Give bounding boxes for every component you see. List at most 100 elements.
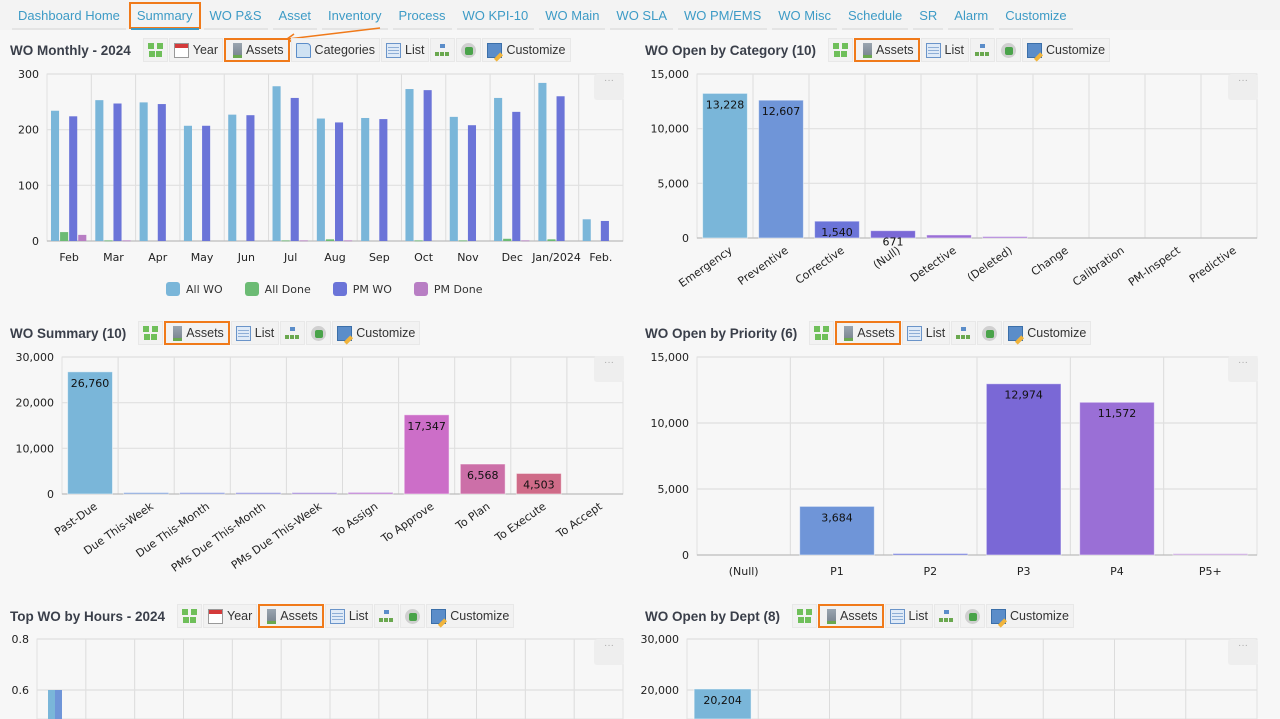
tab-wo-pm-ems[interactable]: WO PM/EMS — [676, 2, 769, 30]
bar — [139, 102, 148, 241]
expand-button[interactable] — [177, 604, 203, 628]
bar — [104, 240, 113, 242]
legend-swatch — [332, 282, 347, 296]
list-button[interactable]: List — [920, 38, 969, 62]
refresh-icon — [405, 608, 421, 624]
building-icon — [233, 42, 243, 58]
refresh-button[interactable] — [456, 38, 482, 62]
bar — [123, 492, 170, 495]
panel-header: WO Open by Priority (6) Assets List Cust… — [645, 320, 1092, 346]
hierarchy-button[interactable] — [951, 321, 977, 345]
customize-label: Customize — [1046, 43, 1106, 57]
list-button[interactable]: List — [884, 604, 933, 628]
tab-process[interactable]: Process — [391, 2, 454, 30]
data-label: 26,760 — [71, 377, 110, 390]
tab-inventory[interactable]: Inventory — [320, 2, 389, 30]
hierarchy-button[interactable] — [374, 604, 400, 628]
hierarchy-icon — [938, 609, 954, 624]
bar — [281, 240, 290, 242]
list-button[interactable]: List — [381, 38, 430, 62]
customize-button[interactable]: Customize — [1003, 321, 1092, 345]
panel-title: Top WO by Hours - 2024 — [10, 608, 166, 624]
hierarchy-button[interactable] — [933, 604, 959, 628]
assets-button[interactable]: Assets — [258, 604, 324, 628]
customize-button[interactable]: Customize — [1022, 38, 1111, 62]
list-label: List — [925, 326, 946, 340]
tab-summary[interactable]: Summary — [128, 1, 201, 30]
year-button[interactable]: Year — [168, 38, 224, 62]
y-tick-label: 100 — [18, 179, 39, 192]
chart-svg: 05,00010,00015,00013,22812,6071,540671Em… — [651, 68, 1258, 290]
calendar-icon — [173, 42, 189, 58]
tab-wo-p-s[interactable]: WO P&S — [202, 2, 270, 30]
tab-dashboard-home[interactable]: Dashboard Home — [10, 2, 128, 30]
list-button[interactable]: List — [230, 321, 280, 345]
tab-wo-kpi-10[interactable]: WO KPI-10 — [455, 2, 537, 30]
chart-menu-button[interactable]: ··· — [594, 639, 624, 665]
assets-button[interactable]: Assets — [854, 38, 920, 62]
legend-item-pm-done[interactable]: PM Done — [413, 282, 483, 296]
hierarchy-button[interactable] — [280, 321, 306, 345]
customize-icon — [1027, 42, 1042, 58]
tab-wo-misc[interactable]: WO Misc — [770, 2, 839, 30]
expand-button[interactable] — [809, 321, 835, 345]
bar — [379, 119, 388, 241]
assets-button[interactable]: Assets — [835, 321, 901, 345]
refresh-button[interactable] — [400, 604, 426, 628]
tab-schedule[interactable]: Schedule — [840, 2, 910, 30]
legend-label: PM Done — [433, 282, 483, 296]
tab-sr[interactable]: SR — [911, 2, 945, 30]
list-button[interactable]: List — [901, 321, 951, 345]
bar — [67, 371, 113, 495]
list-button[interactable]: List — [324, 604, 374, 628]
assets-label: Assets — [857, 326, 895, 340]
tab-wo-sla[interactable]: WO SLA — [608, 2, 675, 30]
expand-button[interactable] — [142, 38, 168, 62]
refresh-button[interactable] — [977, 321, 1003, 345]
expand-button[interactable] — [828, 38, 854, 62]
tab-asset[interactable]: Asset — [271, 2, 320, 30]
bar — [55, 690, 62, 719]
y-tick-label: 5,000 — [658, 483, 690, 496]
expand-button[interactable] — [792, 604, 817, 628]
legend-item-pm-wo[interactable]: PM WO — [332, 282, 392, 296]
bar — [272, 86, 281, 241]
chart-menu-button[interactable]: ··· — [594, 74, 624, 100]
legend-swatch — [413, 282, 428, 296]
tab-customize[interactable]: Customize — [997, 2, 1074, 30]
categories-button[interactable]: Categories — [290, 38, 380, 62]
assets-button[interactable]: Assets — [164, 321, 230, 345]
refresh-button[interactable] — [959, 604, 985, 628]
year-button[interactable]: Year — [203, 604, 258, 628]
refresh-button[interactable] — [306, 321, 332, 345]
customize-button[interactable]: Customize — [482, 38, 571, 62]
tab-alarm[interactable]: Alarm — [946, 2, 996, 30]
customize-button[interactable]: Customize — [985, 604, 1075, 628]
hierarchy-button[interactable] — [970, 38, 995, 62]
expand-button[interactable] — [138, 321, 164, 345]
customize-button[interactable]: Customize — [332, 321, 421, 345]
customize-button[interactable]: Customize — [426, 604, 515, 628]
categories-label: Categories — [314, 43, 375, 57]
chart-menu-button[interactable]: ··· — [1228, 639, 1258, 665]
legend-item-all-wo[interactable]: All WO — [166, 282, 223, 296]
assets-button[interactable]: Assets — [224, 38, 290, 62]
refresh-button[interactable] — [996, 38, 1021, 62]
y-tick-label: 300 — [18, 68, 39, 81]
chart-menu-button[interactable]: ··· — [1228, 356, 1258, 382]
legend-item-all-done[interactable]: All Done — [244, 282, 311, 296]
list-label: List — [405, 43, 425, 57]
tab-wo-main[interactable]: WO Main — [537, 2, 607, 30]
list-label: List — [348, 609, 369, 623]
y-tick-label: 0 — [32, 235, 39, 248]
data-label: 6,568 — [467, 469, 499, 482]
x-tick-label: PM-Inspect — [1126, 243, 1183, 289]
assets-button[interactable]: Assets — [818, 604, 884, 628]
x-tick-label: (Null) — [729, 565, 759, 578]
year-label: Year — [227, 609, 253, 623]
chart-menu-button[interactable]: ··· — [1228, 74, 1258, 100]
bar — [982, 236, 1028, 239]
chart-menu-button[interactable]: ··· — [594, 356, 624, 382]
bar — [467, 125, 477, 241]
hierarchy-button[interactable] — [430, 38, 456, 62]
